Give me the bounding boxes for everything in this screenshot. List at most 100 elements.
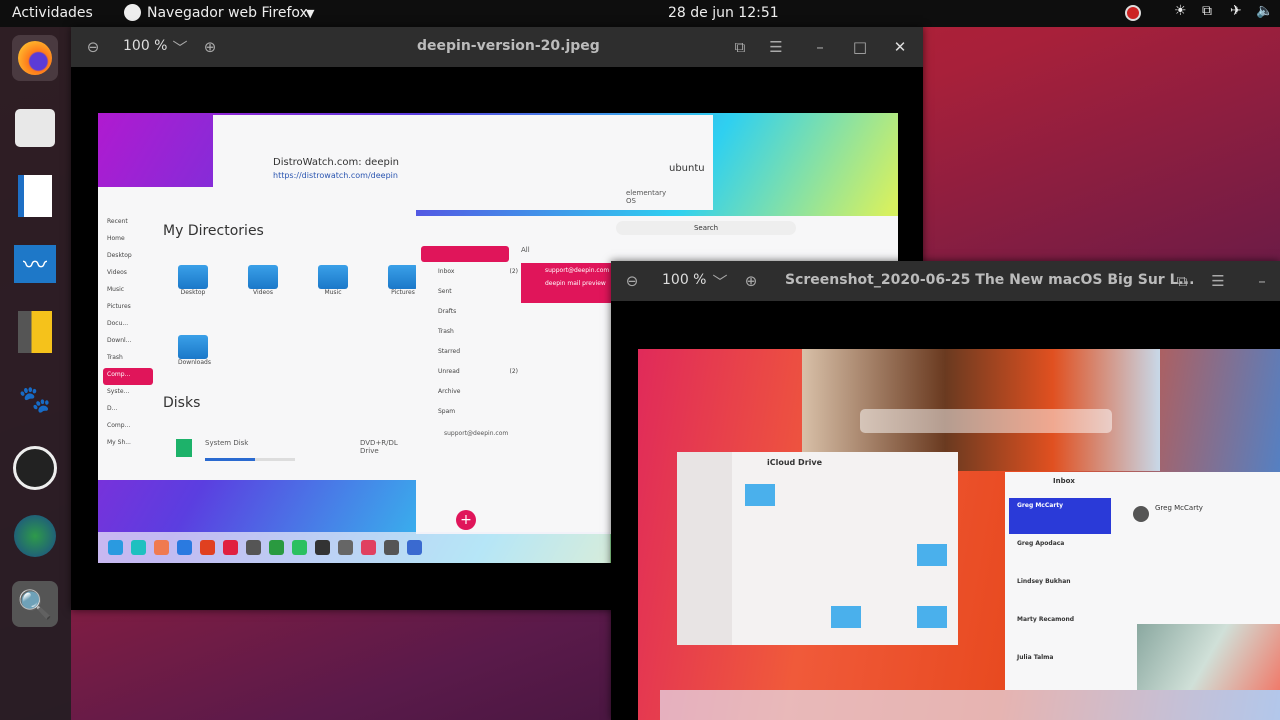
mail-folder-item[interactable]: Inbox (2)	[438, 268, 518, 288]
dock-app-icon[interactable]	[108, 540, 123, 555]
dock-app-icon[interactable]	[361, 540, 376, 555]
compose-button[interactable]: +	[456, 510, 476, 530]
disk-icon	[176, 439, 192, 457]
header-bar: ⊖ 100 % ﹀ ⊕ Screenshot_2020-06-25 The Ne…	[611, 261, 1280, 301]
mail-folder-item[interactable]: Archive	[438, 388, 518, 408]
globe-launcher[interactable]	[12, 513, 58, 559]
minimize-button[interactable]: –	[1249, 269, 1275, 293]
folder-music[interactable]: Music	[318, 265, 348, 296]
deepin-dock	[98, 532, 610, 563]
zoom-in-button[interactable]: ⊕	[197, 35, 223, 59]
fm-sidebar-item[interactable]: Downl...	[103, 334, 153, 351]
menu-button[interactable]: ☰	[763, 35, 789, 59]
zoom-dropdown-icon[interactable]: ﹀	[707, 269, 733, 293]
obs-tray-icon[interactable]	[1125, 5, 1141, 21]
mail-filter[interactable]: All	[521, 246, 530, 254]
fm-sidebar-item[interactable]: Recent	[103, 215, 153, 232]
obs-launcher[interactable]	[12, 445, 58, 491]
mail-title: Inbox	[1053, 477, 1075, 485]
folder-downloads[interactable]: Downloads	[178, 335, 211, 366]
maximize-button[interactable]: □	[847, 35, 873, 59]
zoom-level[interactable]: 100 %	[662, 272, 706, 288]
menu-button[interactable]: ☰	[1205, 269, 1231, 293]
mail-item-selected[interactable]: support@deepin.com deepin mail preview	[521, 263, 611, 303]
fm-sidebar-item[interactable]: My Sh...	[103, 436, 153, 453]
minimize-button[interactable]: –	[807, 35, 833, 59]
folder-pictures[interactable]: Pictures	[388, 265, 418, 296]
file-item[interactable]	[745, 484, 775, 506]
fm-sidebar-item[interactable]: Music	[103, 283, 153, 300]
mail-folder-item[interactable]: Spam	[438, 408, 518, 428]
avatar	[1133, 506, 1149, 522]
gimp-launcher[interactable]: 🐾	[12, 377, 58, 423]
fm-sidebar-item[interactable]: Comp...	[103, 368, 153, 385]
dock-app-icon[interactable]	[154, 540, 169, 555]
fullscreen-button[interactable]: ⧉	[727, 35, 753, 59]
mail-list-item[interactable]: Julia Talma	[1017, 654, 1107, 692]
fm-sidebar-item[interactable]: Home	[103, 232, 153, 249]
mail-search[interactable]: Search	[616, 221, 796, 235]
volume-icon[interactable]: 🔈	[1256, 3, 1273, 19]
writer-launcher[interactable]	[12, 173, 58, 219]
folder-videos[interactable]: Videos	[248, 265, 278, 296]
dock-app-icon[interactable]	[131, 540, 146, 555]
search-launcher[interactable]: 🔍	[12, 581, 58, 627]
dock-app-icon[interactable]	[292, 540, 307, 555]
fm-sidebar-item[interactable]: Comp...	[103, 419, 153, 436]
mail-list-item[interactable]: Greg Apodaca	[1017, 540, 1107, 578]
folder-desktop[interactable]: Desktop	[178, 265, 208, 296]
brightness-icon[interactable]: ☀	[1174, 3, 1187, 19]
fm-sidebar-item[interactable]: Videos	[103, 266, 153, 283]
mail-folder-count: (2)	[509, 368, 519, 375]
zoom-out-button[interactable]: ⊖	[80, 35, 106, 59]
dock-app-icon[interactable]	[315, 540, 330, 555]
system-monitor-launcher[interactable]: 〰	[12, 241, 58, 287]
dock-app-icon[interactable]	[384, 540, 399, 555]
close-button[interactable]: ✕	[887, 35, 913, 59]
dock-app-icon[interactable]	[177, 540, 192, 555]
fm-sidebar-item[interactable]: Desktop	[103, 249, 153, 266]
fm-sidebar-item[interactable]: D...	[103, 402, 153, 419]
dock-app-icon[interactable]	[269, 540, 284, 555]
fullscreen-button[interactable]: ⧉	[1169, 269, 1195, 293]
activities-button[interactable]: Actividades	[12, 5, 93, 21]
fm-sidebar-item[interactable]: Docu...	[103, 317, 153, 334]
image-viewer-window-2: ⊖ 100 % ﹀ ⊕ Screenshot_2020-06-25 The Ne…	[611, 261, 1280, 720]
file-item[interactable]	[917, 544, 947, 566]
window-title: Screenshot_2020-06-25 The New macOS Big …	[785, 272, 1195, 288]
zoom-level[interactable]: 100 %	[123, 38, 167, 54]
mail-list-item[interactable]: Marty Recamond	[1017, 616, 1107, 654]
mail-folder-item[interactable]: Drafts	[438, 308, 518, 328]
zoom-dropdown-icon[interactable]: ﹀	[167, 35, 193, 59]
zoom-in-button[interactable]: ⊕	[738, 269, 764, 293]
notes-launcher[interactable]	[12, 309, 58, 355]
clock[interactable]: 28 de jun 12:51	[668, 5, 779, 21]
dock-app-icon[interactable]	[407, 540, 422, 555]
fm-sidebar-item[interactable]: Syste...	[103, 385, 153, 402]
firefox-launcher[interactable]	[12, 35, 58, 81]
mail-list-item[interactable]: Lindsey Bukhan	[1017, 578, 1107, 616]
mail-folder-item[interactable]: Unread (2)	[438, 368, 518, 388]
dock-app-icon[interactable]	[246, 540, 261, 555]
app-menu[interactable]: Navegador web Firefox	[147, 5, 308, 21]
dock-app-icon[interactable]	[200, 540, 215, 555]
mail-account-selected[interactable]	[421, 246, 509, 262]
fm-sidebar-item[interactable]: Pictures	[103, 300, 153, 317]
dock-app-icon[interactable]	[223, 540, 238, 555]
zoom-out-button[interactable]: ⊖	[619, 269, 645, 293]
airplane-icon[interactable]: ✈	[1230, 3, 1242, 19]
mail-folder-item[interactable]: Sent	[438, 288, 518, 308]
dock-app-icon[interactable]	[338, 540, 353, 555]
disks-title: Disks	[163, 395, 201, 411]
elementary-label: elementary OS	[626, 189, 667, 205]
finder-title: iCloud Drive	[767, 458, 823, 467]
mail-list-item[interactable]: Greg McCarty	[1017, 502, 1107, 540]
mail-folder-item[interactable]: Trash	[438, 328, 518, 348]
folder-icon	[15, 109, 55, 147]
mail-folder-item[interactable]: Starred	[438, 348, 518, 368]
file-item[interactable]	[917, 606, 947, 628]
file-item[interactable]	[831, 606, 861, 628]
fm-sidebar-item[interactable]: Trash	[103, 351, 153, 368]
network-icon[interactable]: ⧉	[1202, 3, 1212, 19]
files-launcher[interactable]	[12, 105, 58, 151]
